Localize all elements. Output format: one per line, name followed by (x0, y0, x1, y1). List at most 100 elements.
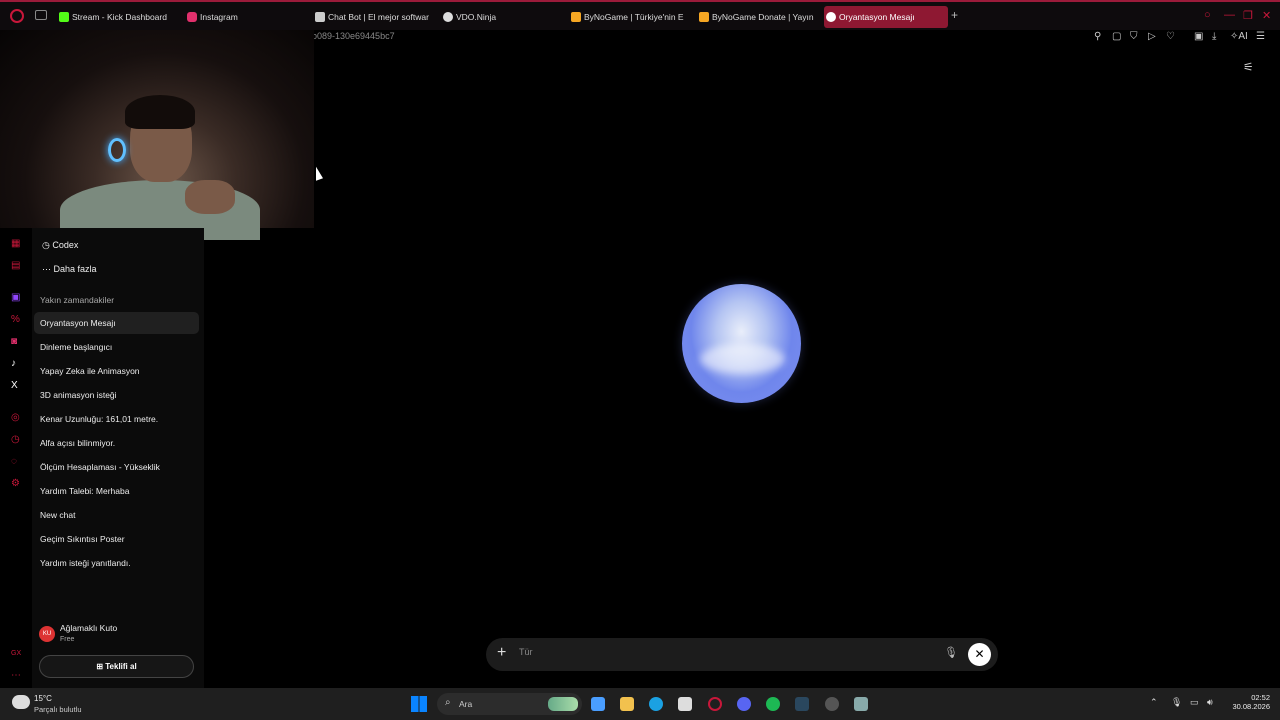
chat-sidebar: ◷ Codex ⋯ Daha fazla Yakın zamandakiler … (32, 228, 204, 688)
more-dots-icon: ⋯ (42, 264, 54, 274)
opera-messenger-icon[interactable]: ▦ (11, 238, 20, 249)
tab-label: Oryantasyon Mesajı (839, 12, 915, 22)
ai-button[interactable]: ✧AI (1230, 31, 1248, 42)
percent-icon[interactable]: % (11, 314, 20, 325)
nav-codex[interactable]: ◷ Codex (42, 240, 78, 251)
nav-more[interactable]: ⋯ Daha fazla (42, 264, 97, 275)
mic-muted-icon[interactable]: 🎙︎ (944, 646, 958, 659)
snapshot-icon[interactable]: ▢ (1112, 31, 1121, 42)
tab-oryantasyon[interactable]: Oryantasyon Mesajı (824, 6, 948, 28)
history-item[interactable]: Oryantasyon Mesajı (34, 312, 199, 334)
url-text[interactable]: o089-130e69445bc7 (312, 31, 395, 41)
offer-label: Teklifi al (105, 662, 137, 671)
download-icon[interactable]: ⤓ (1212, 31, 1216, 42)
history-item[interactable]: Yardım isteği yanıtlandı. (34, 552, 199, 574)
bynogame-icon (699, 12, 709, 22)
weather-temp[interactable]: 15°C (34, 694, 52, 703)
spotify-icon[interactable] (766, 697, 780, 711)
tiktok-icon[interactable]: ♪ (11, 358, 16, 369)
tab-label: Stream - Kick Dashboard (72, 12, 167, 22)
orb-cloud-highlight (700, 344, 785, 374)
tab-label: Instagram (200, 12, 238, 22)
weather-desc[interactable]: Parçalı bulutlu (34, 705, 82, 714)
instagram-side-icon[interactable]: ◙ (11, 336, 17, 347)
tab-label: ByNoGame Donate | Yayın (712, 12, 814, 22)
side-more-icon[interactable]: ⋯ (11, 670, 21, 681)
twitch-icon[interactable]: ▣ (11, 292, 20, 303)
history-item[interactable]: New chat (34, 504, 199, 526)
workspaces-icon[interactable] (35, 10, 47, 20)
new-tab-button[interactable]: + (951, 8, 958, 22)
gift-icon: ⊞ (96, 662, 106, 671)
add-attachment-icon[interactable]: + (497, 644, 506, 662)
tab-bynogame[interactable]: ByNoGame | Türkiye'nin E (569, 6, 689, 28)
file-explorer-icon[interactable] (620, 697, 634, 711)
history-item[interactable]: Yapay Zeka ile Animasyon (34, 360, 199, 382)
gx-corner-icon[interactable]: GX (11, 650, 21, 657)
webcam-person-hand (185, 180, 235, 214)
search-tabs-icon[interactable]: ○ (1204, 9, 1211, 21)
history-item[interactable]: Kenar Uzunluğu: 161,01 metre. (34, 408, 199, 430)
history-item[interactable]: Alfa açısı bilinmiyor. (34, 432, 199, 454)
history-item[interactable]: Yardım Talebi: Merhaba (34, 480, 199, 502)
tab-chatbot[interactable]: Chat Bot | El mejor softwar (313, 6, 433, 28)
menu-icon[interactable]: ☰ (1256, 31, 1265, 42)
player-icon[interactable]: ◎ (11, 412, 20, 423)
composer-bar: + Tür 🎙︎ ✕ (486, 638, 998, 671)
profile-avatar-icon[interactable]: ▣ (1194, 31, 1203, 42)
edge-icon[interactable] (649, 697, 663, 711)
tab-label: ByNoGame | Türkiye'nin E (584, 12, 684, 22)
tab-bynogame-donate[interactable]: ByNoGame Donate | Yayın (697, 6, 817, 28)
bynogame-icon (571, 12, 581, 22)
nav-label: Daha fazla (53, 264, 97, 274)
play-icon[interactable]: ▷ (1148, 31, 1156, 42)
windows-start-icon[interactable] (411, 696, 427, 712)
close-window-icon[interactable]: ✕ (1262, 9, 1271, 22)
clock-date: 30.08.2026 (1232, 702, 1270, 711)
tab-vdoninja[interactable]: VDO.Ninja (441, 6, 561, 28)
obs-icon[interactable] (825, 697, 839, 711)
user-plan: Free (60, 636, 75, 643)
maximize-icon[interactable]: ❐ (1243, 9, 1253, 22)
clock[interactable]: 02:52 30.08.2026 (1228, 693, 1270, 711)
weather-cloud-icon[interactable] (12, 695, 30, 709)
widgets-icon[interactable] (548, 697, 578, 711)
history-item[interactable]: Geçim Sıkıntısı Poster (34, 528, 199, 550)
user-name[interactable]: Ağlamaklı Kuto (60, 623, 117, 633)
opera-gx-taskbar-icon[interactable] (708, 697, 722, 711)
x-icon[interactable]: X (11, 380, 18, 391)
recent-section-title: Yakın zamandakiler (40, 295, 115, 305)
avatar[interactable]: KU (39, 626, 55, 642)
opera-gx-icon[interactable]: ▤ (11, 260, 20, 271)
network-icon[interactable]: ▭ (1190, 697, 1199, 708)
heart-icon[interactable]: ♡ (1166, 31, 1175, 42)
windows-taskbar: 15°C Parçalı bulutlu ⌕ Ara ⌃ 🎙︎ ▭ 🔊︎ 02:… (0, 688, 1280, 720)
search-icon: ⌕ (445, 697, 451, 708)
volume-icon[interactable]: 🔊︎ (1207, 697, 1213, 708)
store-icon[interactable] (678, 697, 692, 711)
copilot-icon[interactable] (591, 697, 605, 711)
history-item[interactable]: 3D animasyon isteği (34, 384, 199, 406)
history-item[interactable]: Ölçüm Hesaplaması - Yükseklik (34, 456, 199, 478)
history-icon[interactable]: ◷ (11, 434, 20, 445)
tray-mic-icon[interactable]: 🎙︎ (1171, 697, 1182, 708)
tab-instagram[interactable]: Instagram (185, 6, 310, 28)
voice-settings-icon[interactable]: ⚟ (1243, 60, 1254, 74)
steam-icon[interactable] (795, 697, 809, 711)
close-voice-button[interactable]: ✕ (968, 643, 991, 666)
tray-chevron-icon[interactable]: ⌃ (1150, 697, 1158, 708)
discord-icon[interactable] (737, 697, 751, 711)
opera-logo-icon[interactable] (10, 9, 24, 23)
clock-time: 02:52 (1251, 693, 1270, 702)
settings-gear-icon[interactable] (854, 697, 868, 711)
offer-button[interactable]: ⊞ Teklifi al (39, 655, 194, 678)
history-item[interactable]: Dinleme başlangıcı (34, 336, 199, 358)
tab-kick[interactable]: Stream - Kick Dashboard (57, 6, 182, 28)
composer-input[interactable]: Tür (519, 647, 533, 657)
minimize-icon[interactable]: — (1224, 9, 1235, 21)
search-label: Ara (459, 699, 473, 709)
settings-side-icon[interactable]: ⚙ (11, 478, 20, 489)
chat-bubble-icon[interactable]: ◌ (11, 456, 17, 467)
pin-icon[interactable]: ⚲ (1094, 31, 1101, 42)
shield-icon[interactable]: ⛉ (1130, 31, 1138, 42)
